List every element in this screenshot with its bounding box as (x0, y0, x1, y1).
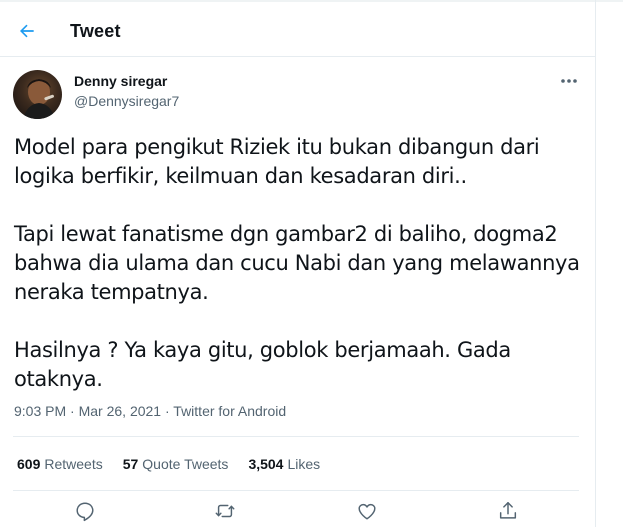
tweet-source[interactable]: Twitter for Android (173, 403, 286, 419)
tweet-date[interactable]: Mar 26, 2021 (79, 403, 162, 419)
retweets-stat[interactable]: 609 Retweets (17, 456, 103, 472)
tweet-time[interactable]: 9:03 PM (14, 403, 66, 419)
meta-separator: · (70, 403, 75, 419)
tweet-stats: 609 Retweets 57 Quote Tweets 3,504 Likes (17, 456, 320, 472)
more-icon (560, 78, 578, 84)
likes-stat[interactable]: 3,504 Likes (248, 456, 320, 472)
more-button[interactable] (556, 70, 582, 92)
reply-icon (74, 500, 96, 522)
avatar[interactable] (13, 70, 62, 119)
share-button[interactable] (493, 500, 523, 527)
tweet-column: Tweet Denny siregar @Dennysiregar7 Model… (0, 0, 596, 527)
back-button[interactable] (10, 14, 44, 48)
tweet-text: Model para pengikut Riziek itu bukan dib… (14, 133, 589, 394)
like-button[interactable] (352, 500, 382, 527)
divider (13, 490, 579, 491)
share-icon (497, 500, 519, 522)
like-icon (356, 500, 378, 522)
arrow-left-icon (17, 21, 37, 41)
author-name[interactable]: Denny siregar (74, 73, 167, 89)
page-header: Tweet (0, 2, 595, 57)
divider (13, 436, 579, 437)
meta-separator: · (164, 403, 170, 419)
tweet-paragraph: Tapi lewat fanatisme dgn gambar2 di bali… (14, 222, 580, 304)
tweet-actions (0, 500, 595, 527)
retweet-icon (214, 500, 236, 522)
page-title: Tweet (70, 21, 121, 41)
tweet-paragraph: Model para pengikut Riziek itu bukan dib… (14, 135, 540, 188)
author-handle[interactable]: @Dennysiregar7 (74, 93, 179, 109)
reply-button[interactable] (70, 500, 100, 527)
tweet-paragraph: Hasilnya ? Ya kaya gitu, goblok berjamaa… (14, 338, 511, 391)
retweet-button[interactable] (210, 500, 240, 527)
tweet-metadata: 9:03 PM · Mar 26, 2021 · Twitter for And… (14, 403, 286, 419)
quote-tweets-stat[interactable]: 57 Quote Tweets (123, 456, 229, 472)
